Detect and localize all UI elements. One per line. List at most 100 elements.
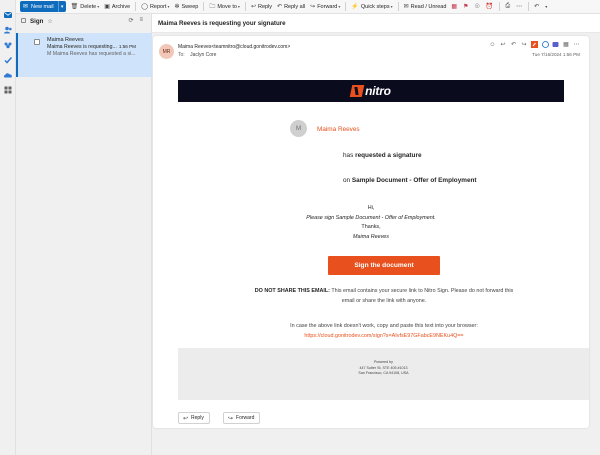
filter-icon[interactable]: ≡ <box>139 17 143 24</box>
email-card: MR Maima Reeves<teamnitro@cloud.gonitrod… <box>153 36 589 428</box>
undo-icon[interactable]: ↶ <box>534 3 539 10</box>
categorize-icon[interactable]: ▦ <box>451 3 457 10</box>
star-icon[interactable]: ☆ <box>47 18 52 25</box>
reply-icon[interactable]: ↩ <box>500 41 507 48</box>
message-list-header: Sign ☆ ⟳ ≡ <box>16 14 151 28</box>
reply-button[interactable]: ↩ Reply <box>250 3 272 11</box>
read-unread-button[interactable]: ✉ Read / Unread <box>404 3 447 11</box>
forward-icon: ↪ <box>310 4 316 10</box>
chevron-down-icon[interactable]: ▾ <box>238 4 240 9</box>
emoji-icon[interactable]: ☺ <box>489 41 496 48</box>
reply-action-button[interactable]: ↩ Reply <box>178 412 210 424</box>
forward-button[interactable]: ↪ Forward ▾ <box>310 3 340 11</box>
move-to-label: Move to <box>217 3 237 10</box>
flag-icon[interactable]: ⚑ <box>463 3 468 10</box>
instruction: Please sign Sample Document - Offer of E… <box>306 214 436 221</box>
nitro-logo-text: nitro <box>365 84 391 98</box>
apps-icon[interactable]: ▦ <box>563 41 570 48</box>
email-message: Hi, Please sign Sample Document - Offer … <box>153 204 589 242</box>
requester-name: Maima Reeves <box>317 126 360 133</box>
quick-steps-label: Quick steps <box>360 3 390 10</box>
forward-action-button[interactable]: ↪ Forward <box>223 412 261 424</box>
nitro-logo: nitro <box>349 84 391 98</box>
groups-icon[interactable] <box>3 40 13 50</box>
new-mail-dropdown[interactable]: ▾ <box>57 1 66 12</box>
shield-icon: ◯ <box>141 4 148 10</box>
recipient-line: To: Jaclyn Core <box>178 52 216 58</box>
delete-label: Delete <box>80 3 97 10</box>
on-text: on <box>343 177 352 184</box>
toolbar-divider <box>203 2 205 11</box>
chevron-down-icon[interactable]: ▾ <box>97 4 99 9</box>
report-label: Report <box>149 3 167 10</box>
addin-icon[interactable] <box>541 41 549 48</box>
toolbar-divider <box>528 2 530 11</box>
forward-label: Forward <box>317 3 338 10</box>
report-button[interactable]: ◯ Report ▾ <box>141 3 169 11</box>
fallback-text: In case the above link doesn't work, cop… <box>290 323 478 329</box>
new-mail-button[interactable]: ✉ New mail ▾ <box>20 1 66 12</box>
sender-address[interactable]: Maima Reeves<teamnitro@cloud.gonitrodev.… <box>178 44 290 50</box>
more-options-icon[interactable]: ⋯ <box>573 41 580 48</box>
chevron-down-icon[interactable]: ▾ <box>545 4 547 9</box>
to-label: To: <box>178 52 185 58</box>
signoff: Maima Reeves <box>353 233 389 240</box>
todo-icon[interactable] <box>3 55 13 65</box>
new-mail-main[interactable]: ✉ New mail <box>20 1 58 12</box>
lightning-icon: ⚡ <box>351 4 359 10</box>
print-icon[interactable]: ⎙ <box>505 3 510 10</box>
thanks: Thanks, <box>361 224 381 231</box>
request-line: has requested a signature <box>343 152 422 159</box>
has-text: has <box>343 152 356 159</box>
security-warning: DO NOT SHARE THIS EMAIL: This email cont… <box>253 286 515 306</box>
mail-icon[interactable] <box>3 10 13 20</box>
reply-all-label: Reply all <box>284 3 306 10</box>
recipient-name[interactable]: Jaclyn Core <box>190 52 216 58</box>
move-to-button[interactable]: 🗀 Move to ▾ <box>209 2 240 12</box>
delete-button[interactable]: 🗑 Delete ▾ <box>71 3 100 11</box>
message-time: 1:56 PM <box>118 44 136 49</box>
nitro-banner: nitro <box>178 80 564 102</box>
subject-bar: Maima Reeves is requesting your signatur… <box>152 14 600 33</box>
document-line: on Sample Document - Offer of Employment <box>343 177 477 184</box>
reply-all-button[interactable]: ↶ Reply all <box>277 3 306 11</box>
archive-button[interactable]: ▣ Archive <box>104 3 130 11</box>
forward-icon: ↪ <box>228 415 234 422</box>
fallback-section: In case the above link doesn't work, cop… <box>153 321 600 341</box>
reading-pane: Maima Reeves is requesting your signatur… <box>152 14 600 455</box>
message-preview: M Maima Reeves has requested a si... <box>47 51 136 57</box>
warning-bold: DO NOT SHARE THIS EMAIL: <box>254 288 330 294</box>
onedrive-icon[interactable] <box>3 70 13 80</box>
teams-icon[interactable] <box>552 41 559 48</box>
reply-icon: ↩ <box>183 415 189 422</box>
sweep-button[interactable]: ✻ Sweep <box>174 3 198 11</box>
people-icon[interactable] <box>3 25 13 35</box>
forward-icon[interactable]: ↪ <box>521 41 528 48</box>
chevron-down-icon[interactable]: ▾ <box>391 4 393 9</box>
chevron-down-icon[interactable]: ▾ <box>338 4 340 9</box>
broom-icon: ✻ <box>174 4 180 10</box>
more-options-icon[interactable]: ⋯ <box>516 3 522 10</box>
nitro-addin-icon[interactable] <box>531 41 538 48</box>
snooze-icon[interactable]: ⏰ <box>486 3 493 10</box>
toolbar-divider <box>345 2 347 11</box>
quick-steps-button[interactable]: ⚡ Quick steps ▾ <box>351 3 393 11</box>
apps-icon[interactable] <box>3 85 13 95</box>
message-checkbox[interactable] <box>34 39 40 45</box>
folder-title: Sign <box>30 17 44 25</box>
nitro-logo-icon <box>349 85 365 97</box>
chevron-down-icon[interactable]: ▾ <box>167 4 169 9</box>
message-sender: Maima Reeves <box>47 37 84 43</box>
reply-icon: ↩ <box>250 4 256 10</box>
reply-all-icon[interactable]: ↶ <box>510 41 517 48</box>
message-list-pane: Sign ☆ ⟳ ≡ Maima Reeves Maima Reeves is … <box>16 14 152 455</box>
toolbar-divider <box>499 2 501 11</box>
pin-icon[interactable]: ☉ <box>474 3 479 10</box>
avatar[interactable]: MR <box>159 44 174 59</box>
requested-text: requested a signature <box>355 152 422 159</box>
select-all-checkbox[interactable] <box>21 18 26 23</box>
copilot-icon[interactable]: ⟳ <box>128 17 133 24</box>
sign-document-button[interactable]: Sign the document <box>328 256 440 275</box>
fallback-link[interactable]: https://cloud.gonitrodev.com/sign?s=AIvf… <box>153 331 600 341</box>
list-item[interactable]: Maima Reeves Maima Reeves is requesting.… <box>16 33 152 77</box>
